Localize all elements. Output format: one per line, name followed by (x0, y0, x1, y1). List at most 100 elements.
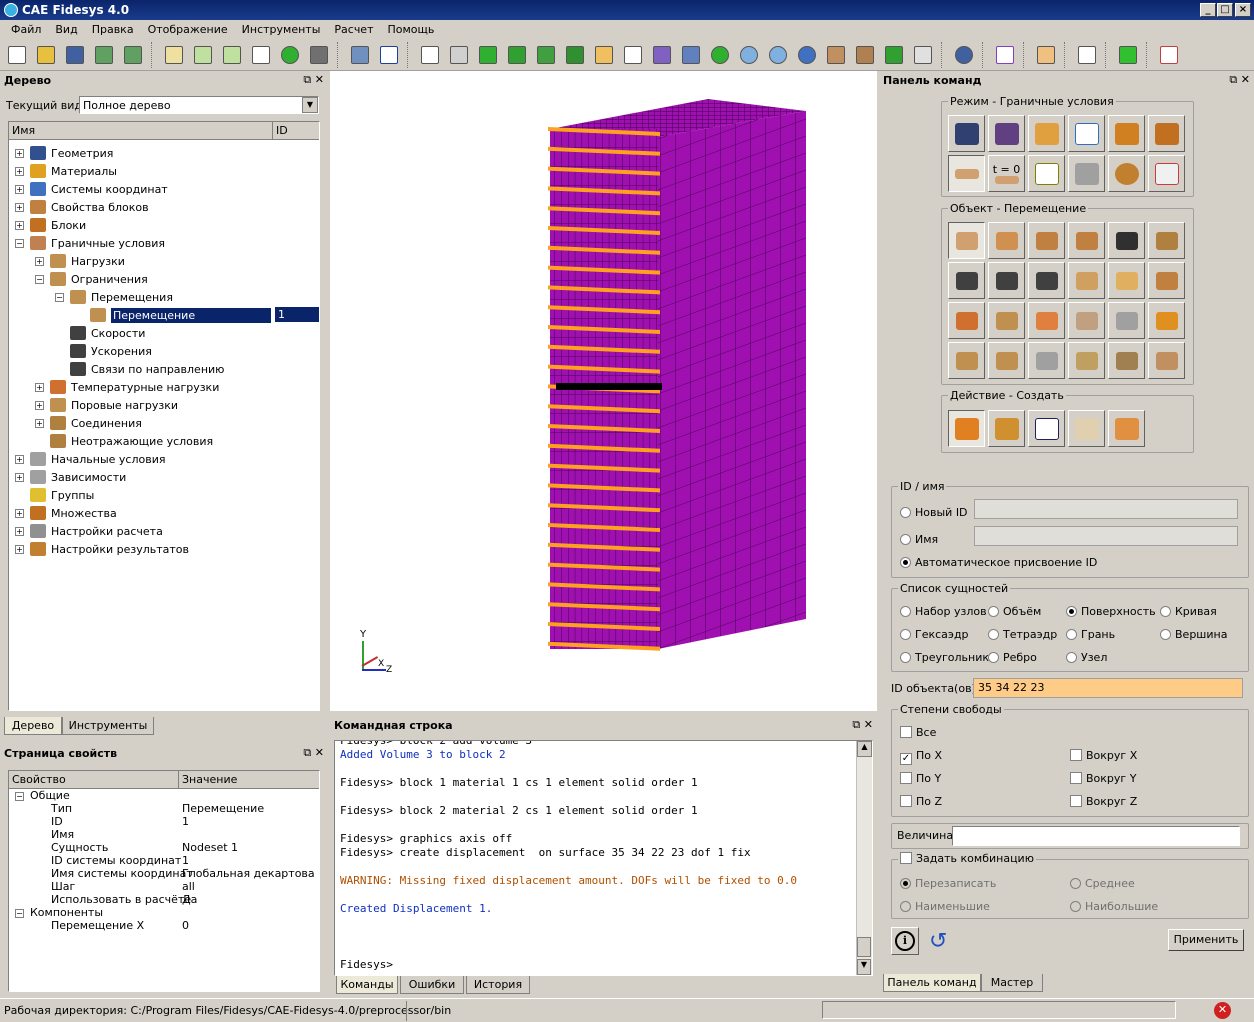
scroll-up-icon[interactable]: ▲ (857, 741, 872, 757)
menu-file[interactable]: Файл (4, 23, 48, 36)
object-temperature-button[interactable] (948, 302, 985, 339)
tree-item[interactable]: + Настройки результатов (9, 540, 319, 558)
object-column-load-button[interactable] (1068, 262, 1105, 299)
object-pore-pressure-button[interactable] (948, 342, 985, 379)
object-eye-load-button[interactable] (1108, 342, 1145, 379)
tree-item[interactable]: − Ограничения (9, 270, 319, 288)
tree-panel-controls[interactable]: ⧉ ✕ (303, 73, 324, 87)
object-displacement-button[interactable] (948, 222, 985, 259)
property-row[interactable]: ID системы координат 1 (9, 854, 319, 867)
solid-view-button[interactable] (881, 42, 907, 68)
mode-geometry-button[interactable] (948, 115, 985, 152)
object-connector-button[interactable] (1148, 262, 1185, 299)
new-id-radio[interactable]: Новый ID (900, 506, 968, 519)
tree-item[interactable]: Ускорения (9, 342, 319, 360)
rotate-button[interactable] (707, 42, 733, 68)
menu-view[interactable]: Вид (48, 23, 84, 36)
entity-radio[interactable]: Вершина (1160, 628, 1227, 641)
hidden-line-button[interactable] (446, 42, 472, 68)
expand-toggle-icon[interactable]: + (35, 382, 44, 392)
record-button[interactable] (219, 42, 245, 68)
object-gravity-button[interactable] (1108, 222, 1145, 259)
tree-item[interactable]: Связи по направлению (9, 360, 319, 378)
expand-toggle-icon[interactable]: + (15, 454, 24, 464)
tree-item[interactable]: − Граничные условия (9, 234, 319, 252)
geometry-button[interactable] (533, 42, 559, 68)
tree-col-id[interactable]: ID (273, 122, 319, 139)
chevron-down-icon[interactable]: ▼ (302, 97, 318, 113)
script-button[interactable] (161, 42, 187, 68)
object-flow-button[interactable] (988, 342, 1025, 379)
tree-item[interactable]: Скорости (9, 324, 319, 342)
action-create-button[interactable] (948, 410, 985, 447)
property-row[interactable]: ID 1 (9, 815, 319, 828)
object-heat-generation-button[interactable] (1148, 302, 1185, 339)
grid-button[interactable] (620, 42, 646, 68)
tree-item[interactable]: + Материалы (9, 162, 319, 180)
tree-item[interactable]: + Температурные нагрузки (9, 378, 319, 396)
entity-radio[interactable]: Ребро (988, 651, 1037, 664)
entity-radio[interactable]: Гексаэдр (900, 628, 969, 641)
dof-all-checkbox[interactable]: Все (900, 726, 936, 739)
mode-bc-button[interactable] (948, 155, 985, 192)
tab-errors[interactable]: Ошибки (400, 976, 464, 994)
entity-radio[interactable]: Узел (1066, 651, 1107, 664)
new-id-input[interactable] (974, 499, 1238, 519)
fit-button[interactable] (794, 42, 820, 68)
mode-coords-button[interactable] (1068, 115, 1105, 152)
property-row[interactable]: Имя системы координат Глобальная декартов… (9, 867, 319, 880)
property-row[interactable]: Перемещение X 0 (9, 919, 319, 932)
object-heat-source-button[interactable] (1108, 302, 1145, 339)
collapse-icon[interactable]: − (15, 792, 24, 801)
property-row[interactable]: − Компоненты (9, 906, 319, 919)
object-fluid-source-button[interactable] (1028, 342, 1065, 379)
shaded-edges-button[interactable] (504, 42, 530, 68)
console-scrollbar[interactable]: ▲ ▼ (856, 741, 872, 975)
object-heat-flux-button[interactable] (988, 302, 1025, 339)
expand-toggle-icon[interactable]: + (15, 148, 24, 158)
expand-toggle-icon[interactable]: + (15, 166, 24, 176)
mode-dependency-button[interactable] (1028, 155, 1065, 192)
history-button[interactable] (347, 42, 373, 68)
entity-radio[interactable]: Объём (988, 605, 1041, 618)
combo-min-radio[interactable]: Наименьшие (900, 900, 990, 913)
col-value[interactable]: Значение (179, 771, 319, 788)
property-row[interactable]: Имя (9, 828, 319, 841)
expand-toggle-icon[interactable]: + (15, 472, 24, 482)
expand-toggle-icon[interactable]: + (15, 544, 24, 554)
scroll-down-icon[interactable]: ▼ (857, 959, 871, 975)
viewport-3d[interactable]: Y X Z (330, 71, 877, 711)
transparent-button[interactable] (910, 42, 936, 68)
expand-toggle-icon[interactable]: + (15, 526, 24, 536)
action-edit-button[interactable] (1068, 410, 1105, 447)
expand-toggle-icon[interactable]: + (35, 418, 44, 428)
bc-button[interactable] (1033, 42, 1059, 68)
property-row[interactable]: Шаг all (9, 880, 319, 893)
property-row[interactable]: − Общие (9, 789, 319, 802)
object-ids-input[interactable]: 35 34 22 23 (973, 678, 1243, 698)
property-row[interactable]: Использовать в расчёте Да (9, 893, 319, 906)
maximize-button[interactable]: □ (1217, 3, 1233, 17)
measure-button[interactable] (1074, 42, 1100, 68)
tab-command-panel[interactable]: Панель команд (883, 974, 981, 992)
tree-item[interactable]: + Настройки расчета (9, 522, 319, 540)
command-panel-controls[interactable]: ⧉ ✕ (1229, 73, 1250, 87)
combo-max-radio[interactable]: Наибольшие (1070, 900, 1158, 913)
menu-edit[interactable]: Правка (85, 23, 141, 36)
id-button[interactable] (248, 42, 274, 68)
tree-item[interactable]: + Соединения (9, 414, 319, 432)
expand-toggle-icon[interactable]: + (15, 184, 24, 194)
menu-help[interactable]: Помощь (381, 23, 442, 36)
mode-sets-button[interactable] (1148, 115, 1185, 152)
property-row[interactable]: Тип Перемещение (9, 802, 319, 815)
console-controls[interactable]: ⧉ ✕ (852, 718, 873, 732)
entity-radio[interactable]: Грань (1066, 628, 1115, 641)
tree-item[interactable]: + Свойства блоков (9, 198, 319, 216)
new-file-button[interactable] (4, 42, 30, 68)
tree-item[interactable]: − Перемещения (9, 288, 319, 306)
box-button[interactable] (649, 42, 675, 68)
tree-item[interactable]: + Блоки (9, 216, 319, 234)
import-button[interactable] (91, 42, 117, 68)
windows-button[interactable] (678, 42, 704, 68)
zoom-out-button[interactable] (765, 42, 791, 68)
